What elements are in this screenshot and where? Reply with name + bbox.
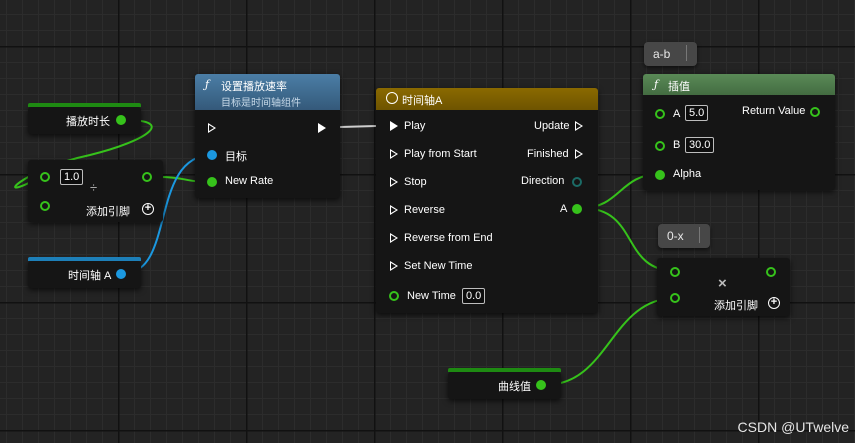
play-exec-pin[interactable] [390,121,398,131]
lerp-node[interactable]: ƒ 插值 A 5.0 B 30.0 Alpha Return Value [643,74,835,190]
clock-icon [386,92,398,104]
new-rate-pin[interactable] [207,177,217,187]
reverse-label: Reverse [404,204,445,216]
reverse-from-end-label: Reverse from End [404,232,493,244]
set-play-rate-header: ƒ 设置播放速率 目标是时间轴组件 [195,74,340,110]
lerp-header: ƒ 插值 [643,74,835,95]
multiply-input-a-pin[interactable] [670,267,680,277]
multiply-input-b-pin[interactable] [670,293,680,303]
function-icon: ƒ [205,78,210,91]
divide-output-pin[interactable] [142,172,152,182]
timeline-a-header: 时间轴A [376,88,598,110]
play-duration-node[interactable]: 播放时长 [28,103,141,134]
curve-value-node[interactable]: 曲线值 [448,368,561,399]
a-output-pin[interactable] [572,204,582,214]
tag-pin-icon [699,227,707,243]
set-play-rate-subtitle: 目标是时间轴组件 [221,98,301,109]
multiply-operator-icon: × [718,275,727,292]
play-from-start-exec-pin[interactable] [390,149,398,159]
multiply-output-pin[interactable] [766,267,776,277]
divide-node[interactable]: 1.0 ÷ 添加引脚 + [28,160,163,222]
play-label: Play [404,120,426,132]
set-play-rate-exec-out[interactable] [318,123,326,133]
direction-pin[interactable] [572,177,582,187]
target-pin[interactable] [207,150,217,160]
set-play-rate-title: 设置播放速率 [221,81,287,93]
ox-tag[interactable]: 0-x [658,224,710,248]
lerp-a-pin[interactable] [655,109,665,119]
lerp-return-label: Return Value [742,105,806,117]
timeline-a-variable-node[interactable]: 时间轴 A [28,257,141,288]
watermark: CSDN @UTwelve [737,419,849,435]
divide-operator-icon: ÷ [90,180,98,195]
stop-label: Stop [404,176,427,188]
lerp-b-value[interactable]: 30.0 [685,137,715,153]
curve-value-label: 曲线值 [498,381,531,393]
play-duration-output-pin[interactable] [116,115,126,125]
stop-exec-pin[interactable] [390,177,398,187]
timeline-a-node[interactable]: 时间轴A Play Play from Start Stop Reverse R… [376,88,598,313]
reverse-from-end-exec-pin[interactable] [390,233,398,243]
timeline-a-variable-output-pin[interactable] [116,269,126,279]
add-pin-icon[interactable]: + [142,203,154,215]
function-icon: ƒ [654,78,659,91]
ab-tag-label: a-b [653,47,671,61]
lerp-a-label: A [673,108,681,120]
lerp-a-value[interactable]: 5.0 [685,105,709,121]
multiply-add-pin-label[interactable]: 添加引脚 [714,297,758,313]
set-new-time-exec-pin[interactable] [390,261,398,271]
divide-input-b-pin[interactable] [40,201,50,211]
lerp-alpha-label: Alpha [673,168,702,180]
curve-value-output-pin[interactable] [536,380,546,390]
ox-tag-label: 0-x [667,229,684,243]
set-new-time-label: Set New Time [404,260,473,272]
play-from-start-label: Play from Start [404,148,477,160]
reverse-exec-pin[interactable] [390,205,398,215]
update-label: Update [534,120,570,132]
direction-label: Direction [521,175,565,187]
divide-a-value[interactable]: 1.0 [60,169,84,185]
new-time-value[interactable]: 0.0 [462,288,486,304]
new-time-pin[interactable] [389,291,399,301]
lerp-alpha-pin[interactable] [655,170,665,180]
add-pin-icon[interactable]: + [768,297,780,309]
play-duration-label: 播放时长 [66,116,110,128]
exec-wire [339,125,377,128]
set-play-rate-node[interactable]: ƒ 设置播放速率 目标是时间轴组件 目标 New Rate [195,74,340,198]
lerp-title: 插值 [668,81,690,93]
set-play-rate-exec-in[interactable] [208,123,216,133]
a-output-label: A [560,203,568,215]
multiply-node[interactable]: × 添加引脚 + [657,258,790,316]
lerp-b-label: B [673,139,681,151]
ab-tag[interactable]: a-b [644,42,697,66]
divide-input-a-pin[interactable] [40,172,50,182]
update-exec-pin[interactable] [575,121,583,131]
timeline-a-variable-label: 时间轴 A [68,270,112,282]
target-pin-label: 目标 [225,151,247,163]
tag-pin-icon [686,45,694,61]
timeline-a-title: 时间轴A [402,95,443,107]
new-rate-pin-label: New Rate [225,175,274,187]
finished-label: Finished [527,148,569,160]
divide-add-pin-label[interactable]: 添加引脚 [86,203,130,219]
new-time-label: New Time [407,290,456,302]
lerp-return-pin[interactable] [810,107,820,117]
lerp-b-pin[interactable] [655,141,665,151]
finished-exec-pin[interactable] [575,149,583,159]
